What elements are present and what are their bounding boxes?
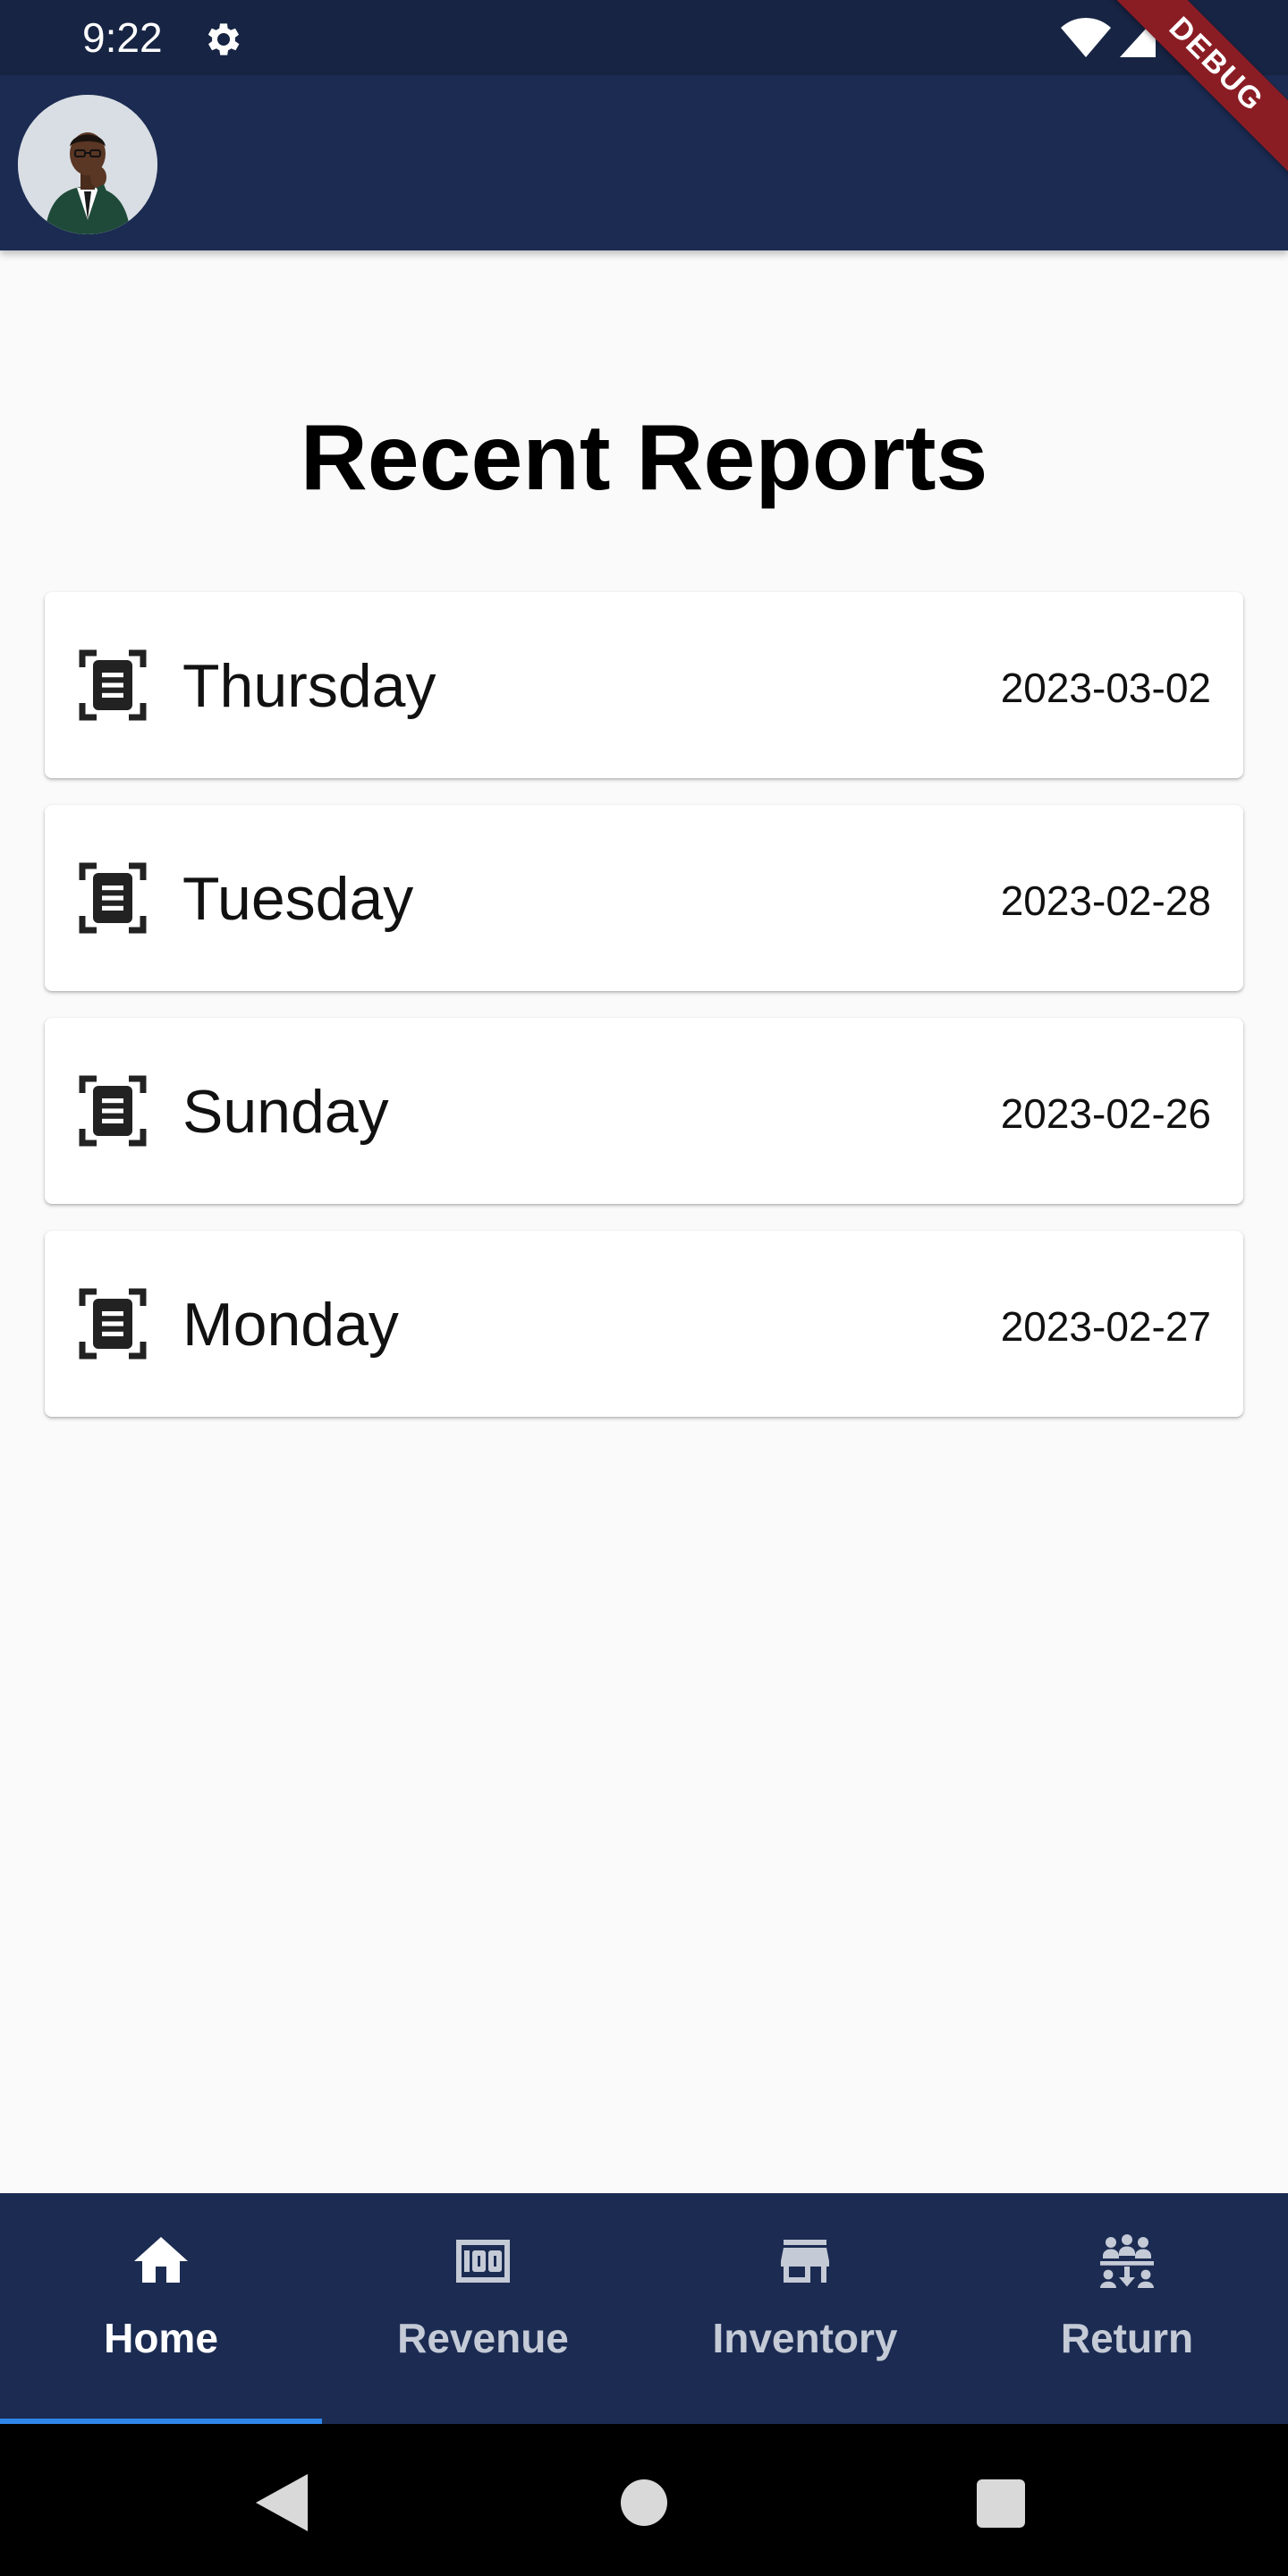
report-card-thursday[interactable]: Thursday 2023-03-02 xyxy=(45,592,1243,778)
money-icon xyxy=(456,2240,510,2283)
report-day: Monday xyxy=(182,1291,399,1359)
report-date: 2023-03-02 xyxy=(1000,665,1211,711)
nav-item-inventory[interactable]: Inventory xyxy=(644,2193,966,2424)
app-screen: 9:22 DEBUG Recent Reports Thursday 2023-… xyxy=(0,0,1288,2576)
page-title: Recent Reports xyxy=(300,406,988,510)
home-icon xyxy=(134,2237,188,2283)
report-card-tuesday[interactable]: Tuesday 2023-02-28 xyxy=(45,805,1243,991)
back-icon[interactable] xyxy=(256,2474,308,2531)
group-return-icon xyxy=(1100,2234,1154,2288)
document-scan-icon xyxy=(79,649,147,721)
document-scan-icon xyxy=(79,1288,147,1360)
document-scan-icon xyxy=(79,1075,147,1147)
document-scan-icon xyxy=(79,862,147,934)
report-card-monday[interactable]: Monday 2023-02-27 xyxy=(45,1231,1243,1417)
system-nav-bar xyxy=(0,2424,1288,2576)
nav-label-revenue: Revenue xyxy=(397,2315,569,2361)
app-bar xyxy=(0,75,1288,250)
avatar[interactable] xyxy=(18,95,157,234)
report-day: Sunday xyxy=(182,1078,389,1146)
recents-icon[interactable] xyxy=(977,2479,1025,2528)
nav-item-home[interactable]: Home xyxy=(0,2193,322,2424)
report-list: Thursday 2023-03-02 Tuesday 2023-02-28 S… xyxy=(45,592,1243,1444)
report-card-sunday[interactable]: Sunday 2023-02-26 xyxy=(45,1018,1243,1204)
report-day: Thursday xyxy=(182,652,436,720)
nav-item-revenue[interactable]: Revenue xyxy=(322,2193,644,2424)
nav-label-home: Home xyxy=(104,2315,218,2361)
report-date: 2023-02-27 xyxy=(1000,1303,1211,1350)
store-icon xyxy=(781,2240,829,2283)
home-circle-icon[interactable] xyxy=(621,2479,667,2526)
nav-label-return: Return xyxy=(1060,2315,1194,2361)
report-date: 2023-02-28 xyxy=(1000,877,1211,924)
status-bar: 9:22 xyxy=(0,0,1288,75)
gear-icon xyxy=(208,23,240,55)
wifi-icon xyxy=(1061,18,1111,57)
report-day: Tuesday xyxy=(182,865,414,933)
bottom-nav: Home Revenue Inventory Return xyxy=(0,2193,1288,2424)
nav-label-inventory: Inventory xyxy=(712,2315,898,2361)
status-time: 9:22 xyxy=(82,14,163,61)
report-date: 2023-02-26 xyxy=(1000,1090,1211,1137)
profile-photo xyxy=(18,95,157,234)
nav-item-return[interactable]: Return xyxy=(966,2193,1288,2424)
